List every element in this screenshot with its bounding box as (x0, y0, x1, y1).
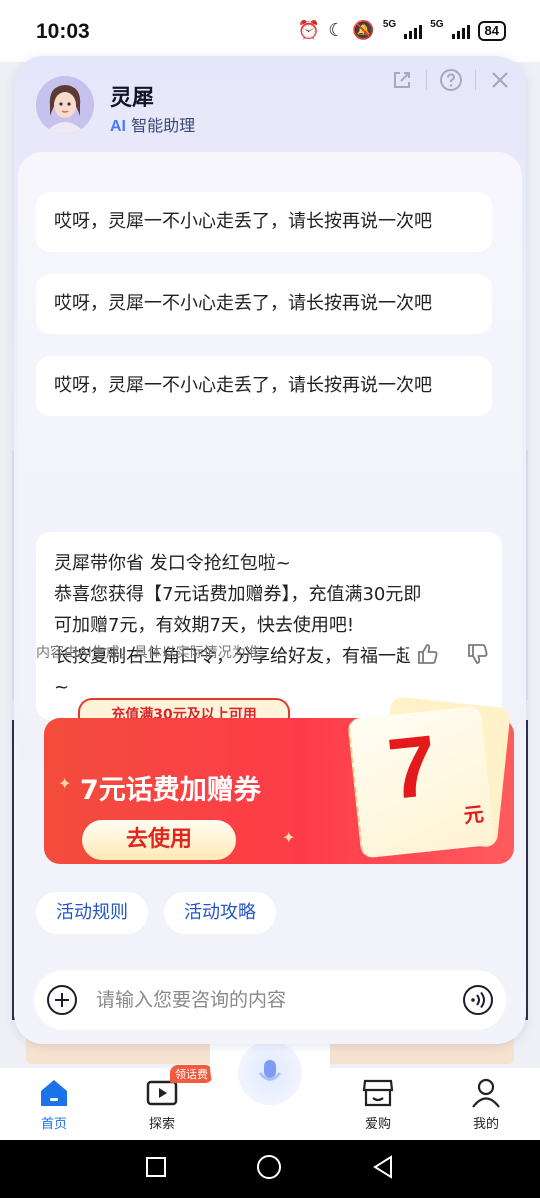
share-icon[interactable] (388, 66, 416, 94)
nav-shop-label: 爱购 (364, 1117, 391, 1132)
coupon-card[interactable]: 充值满30元及以上可用 ✦ 7元话费加赠券 ✦ 去使用 7 元 (44, 696, 514, 868)
chip-activity-guide[interactable]: 活动攻略 (164, 892, 276, 934)
message-bubble[interactable]: 哎呀，灵犀一不小心走丢了，请长按再说一次吧 (36, 274, 492, 334)
nav-explore-label: 探索 (148, 1117, 175, 1132)
voice-input-icon[interactable] (462, 984, 494, 1016)
promo-message-bubble[interactable]: 灵犀带你省 发口令抢红包啦~ 恭喜您获得【7元话费加赠券】，充值满30元即 可加… (36, 532, 502, 720)
network-label: 5G (382, 19, 397, 30)
sparkle-icon: ✦ (282, 828, 296, 847)
status-icons: ⏰ ☾ 🔕 5G 5G 84 (297, 19, 506, 41)
chat-input[interactable] (96, 984, 436, 1016)
status-time: 10:03 (36, 20, 90, 43)
explore-badge: 领话费 (170, 1065, 213, 1083)
promo-line: 灵犀带你省 发口令抢红包啦~ (54, 553, 291, 574)
chat-input-bar (34, 970, 506, 1030)
help-icon[interactable] (437, 66, 465, 94)
back-button[interactable] (371, 1155, 395, 1183)
home-icon (37, 1077, 71, 1109)
mute-icon: 🔕 (352, 20, 375, 41)
recents-button[interactable] (145, 1156, 167, 1182)
chat-area: 哎呀，灵犀一不小心走丢了，请长按再说一次吧 哎呀，灵犀一不小心走丢了，请长按再说… (18, 152, 522, 762)
system-nav-bar (0, 1140, 540, 1198)
home-button[interactable] (256, 1154, 282, 1184)
nav-home-label: 首页 (40, 1117, 67, 1132)
coupon-unit: 元 (462, 801, 485, 828)
alarm-icon: ⏰ (297, 20, 321, 41)
assistant-avatar (36, 76, 94, 134)
ai-disclaimer: 内容由AI生成，具体以实际情况为准 (36, 645, 260, 661)
promo-line: 恭喜您获得【7元话费加赠券】，充值满30元即 (54, 584, 422, 605)
thumbs-up-icon[interactable] (408, 634, 448, 674)
coupon-ticket-graphic: 7 元 (347, 696, 511, 860)
moon-icon: ☾ (328, 20, 345, 41)
signal-icon (404, 23, 423, 39)
chip-activity-rules[interactable]: 活动规则 (36, 892, 148, 934)
close-icon[interactable] (486, 66, 514, 94)
assistant-header: 灵犀 AI 智能助理 (14, 56, 526, 156)
message-bubble[interactable]: 哎呀，灵犀一不小心走丢了，请长按再说一次吧 (36, 192, 492, 252)
nav-mine-label: 我的 (472, 1117, 499, 1132)
nav-mine[interactable]: 我的 (446, 1077, 526, 1132)
network-label-2: 5G (430, 19, 444, 30)
sparkle-icon: ✦ (58, 774, 72, 793)
microphone-icon (238, 1041, 302, 1105)
signal-icon-2 (451, 23, 470, 39)
assistant-panel: 灵犀 AI 智能助理 哎呀，灵犀一不小心走丢了，请长按再说一次吧 哎呀，灵犀一不… (14, 56, 526, 1044)
thumbs-down-icon[interactable] (458, 634, 498, 674)
store-icon (361, 1077, 395, 1109)
status-bar: 10:03 ⏰ ☾ 🔕 5G 5G 84 (0, 0, 540, 62)
assistant-subtitle: AI 智能助理 (110, 116, 196, 135)
coupon-amount: 7 (383, 717, 442, 819)
nav-explore[interactable]: 领话费 探索 (122, 1065, 213, 1132)
header-actions (388, 66, 514, 94)
assistant-name: 灵犀 (110, 86, 155, 111)
nav-shop[interactable]: 爱购 (338, 1077, 418, 1132)
quick-actions: 活动规则 活动攻略 (36, 892, 276, 934)
message-bubble[interactable]: 哎呀，灵犀一不小心走丢了，请长按再说一次吧 (36, 356, 492, 416)
battery-indicator: 84 (477, 20, 506, 41)
add-icon[interactable] (46, 984, 78, 1016)
use-coupon-button[interactable]: 去使用 (82, 820, 236, 860)
coupon-title: 7元话费加赠券 (80, 775, 261, 806)
user-icon (469, 1077, 503, 1109)
nav-home[interactable]: 首页 (14, 1077, 94, 1132)
